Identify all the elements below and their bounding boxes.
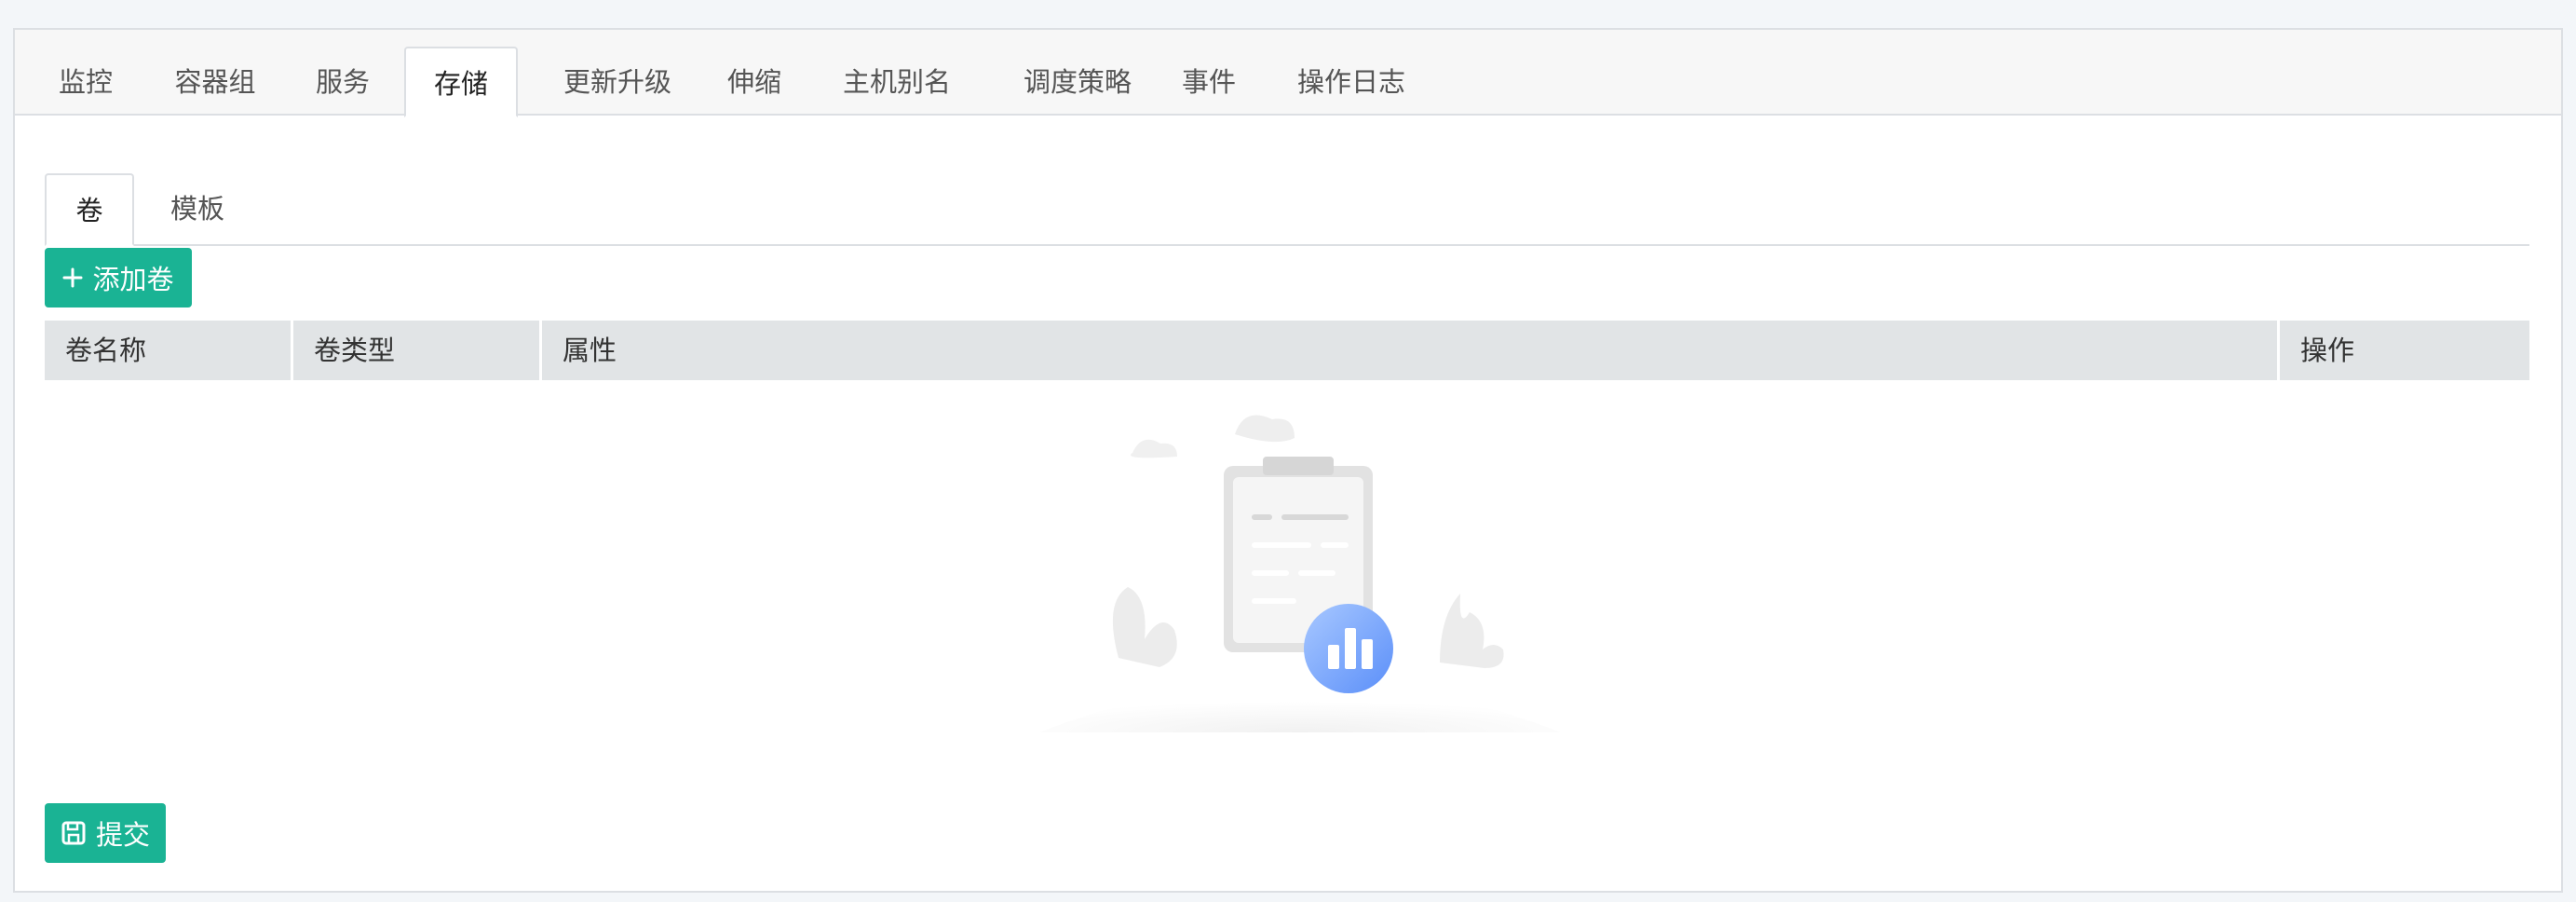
tab-scheduling-policy[interactable]: 调度策略 [998, 47, 1157, 117]
tab-update-upgrade[interactable]: 更新升级 [538, 47, 697, 117]
sub-tab-bar: 卷 模板 [45, 145, 2529, 246]
tab-service[interactable]: 服务 [304, 47, 382, 117]
add-volume-label: 添加卷 [92, 264, 174, 295]
volume-table-header: 卷名称 卷类型 属性 操作 [45, 321, 2529, 380]
tab-pod-group[interactable]: 容器组 [164, 47, 266, 117]
column-volume-name: 卷名称 [45, 321, 293, 380]
column-volume-type: 卷类型 [293, 321, 542, 380]
tab-scaling[interactable]: 伸缩 [715, 47, 793, 117]
storage-panel: 监控 容器组 服务 存储 更新升级 伸缩 主机别名 调度策略 事件 操作日志 卷… [13, 28, 2563, 893]
tab-events[interactable]: 事件 [1170, 47, 1248, 117]
tab-storage[interactable]: 存储 [404, 47, 518, 117]
sub-tab-template[interactable]: 模板 [153, 173, 242, 246]
tab-operation-log[interactable]: 操作日志 [1272, 47, 1430, 117]
top-tab-bar: 监控 容器组 服务 存储 更新升级 伸缩 主机别名 调度策略 事件 操作日志 [15, 30, 2561, 117]
submit-button[interactable]: 提交 [45, 803, 166, 863]
tab-monitor[interactable]: 监控 [47, 47, 125, 117]
submit-label: 提交 [95, 819, 150, 851]
column-actions: 操作 [2300, 335, 2355, 366]
sub-tab-volume[interactable]: 卷 [45, 173, 134, 246]
tab-host-alias[interactable]: 主机别名 [818, 47, 976, 117]
add-volume-button[interactable]: 添加卷 [45, 248, 192, 308]
save-icon [61, 820, 87, 846]
plus-icon [62, 267, 83, 288]
column-attributes: 属性 [542, 321, 2280, 380]
empty-clipboard-icon [1039, 415, 1561, 732]
empty-state-illustration [1021, 397, 1579, 742]
